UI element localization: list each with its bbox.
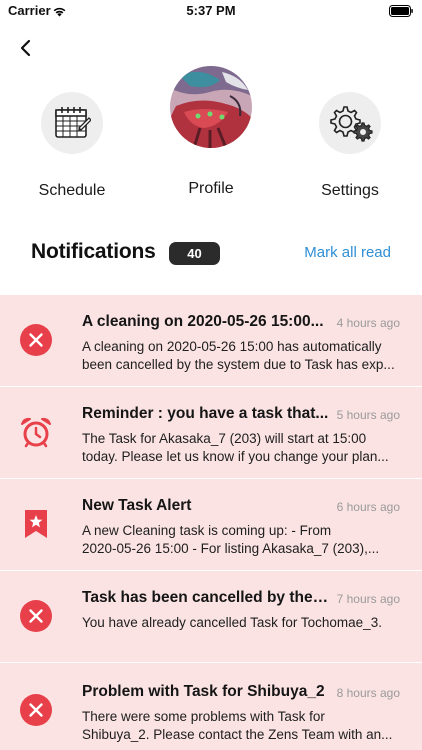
- notification-body-line: been cancelled by the system due to Task…: [82, 357, 395, 372]
- list-item[interactable]: New Task Alert 6 hours ago A new Cleanin…: [0, 479, 422, 571]
- notification-body-line: Shibuya_2. Please contact the Zens Team …: [82, 727, 393, 742]
- notification-title: Problem with Task for Shibuya_2: [82, 683, 325, 700]
- notification-body-line: A cleaning on 2020-05-26 15:00 has autom…: [82, 339, 382, 354]
- notification-list: A cleaning on 2020-05-26 15:00... 4 hour…: [0, 295, 422, 750]
- avatar: [170, 66, 252, 148]
- notification-body: There were some problems with Task for S…: [82, 708, 402, 744]
- notification-body-line: There were some problems with Task for: [82, 709, 325, 724]
- notification-body: The Task for Akasaka_7 (203) will start …: [82, 430, 402, 466]
- settings-icon-circle: [319, 92, 381, 154]
- notification-time: 6 hours ago: [336, 500, 400, 514]
- notification-time: 4 hours ago: [336, 316, 400, 330]
- cancel-icon: [20, 694, 52, 726]
- list-item[interactable]: Task has been cancelled by the o... 7 ho…: [0, 571, 422, 663]
- count-badge: 40: [169, 242, 220, 265]
- clock-time: 5:37 PM: [186, 3, 236, 18]
- calendar-icon: [55, 107, 91, 138]
- list-item[interactable]: Reminder : you have a task that... 5 hou…: [0, 387, 422, 479]
- schedule-label: Schedule: [38, 182, 106, 199]
- notification-body: You have already cancelled Task for Toch…: [82, 614, 402, 632]
- cancel-icon: [20, 324, 52, 356]
- notification-title: A cleaning on 2020-05-26 15:00...: [82, 313, 324, 330]
- notification-body: A new Cleaning task is coming up: - From…: [82, 522, 402, 558]
- top-nav: Schedule Profile Settings: [0, 64, 422, 204]
- bookmark-star-icon: [20, 508, 52, 540]
- notification-time: 7 hours ago: [336, 592, 400, 606]
- schedule-icon-circle: [41, 92, 103, 154]
- profile-label: Profile: [188, 180, 234, 197]
- profile-button[interactable]: Profile: [151, 64, 271, 198]
- notification-body: A cleaning on 2020-05-26 15:00 has autom…: [82, 338, 402, 374]
- notification-title: Task has been cancelled by the o...: [82, 589, 332, 606]
- notification-body-line: today. Please let us know if you change …: [82, 449, 389, 464]
- notifications-header: Notifications 40 Mark all read: [0, 240, 422, 268]
- cancel-icon: [20, 600, 52, 632]
- back-button[interactable]: [14, 36, 38, 60]
- schedule-button[interactable]: Schedule: [12, 64, 132, 200]
- notification-time: 8 hours ago: [336, 686, 400, 700]
- notification-time: 5 hours ago: [336, 408, 400, 422]
- settings-label: Settings: [321, 182, 379, 199]
- gear-icon: [330, 106, 373, 142]
- notification-body-line: You have already cancelled Task for Toch…: [82, 615, 382, 630]
- alarm-clock-icon: [20, 416, 52, 448]
- list-item[interactable]: A cleaning on 2020-05-26 15:00... 4 hour…: [0, 295, 422, 387]
- battery-icon: [389, 4, 413, 22]
- notification-body-line: 2020-05-26 15:00 - For listing Akasaka_7…: [82, 541, 380, 556]
- notification-body-line: The Task for Akasaka_7 (203) will start …: [82, 431, 367, 446]
- chevron-left-icon: [20, 39, 31, 57]
- status-bar: Carrier 5:37 PM: [0, 0, 422, 22]
- page-title: Notifications: [31, 240, 156, 263]
- notification-body-line: A new Cleaning task is coming up: - From: [82, 523, 332, 538]
- notification-title: New Task Alert: [82, 497, 192, 514]
- mark-all-read-button[interactable]: Mark all read: [304, 244, 391, 261]
- list-item[interactable]: Problem with Task for Shibuya_2 8 hours …: [0, 663, 422, 750]
- settings-button[interactable]: Settings: [290, 64, 410, 200]
- notification-title: Reminder : you have a task that...: [82, 405, 329, 422]
